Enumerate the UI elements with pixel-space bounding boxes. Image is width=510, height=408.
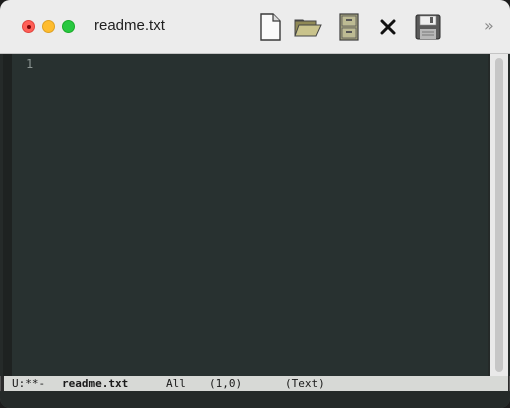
folder-icon <box>294 19 322 37</box>
buffer-status: U:**- <box>12 377 46 390</box>
close-buffer-button[interactable] <box>374 12 402 42</box>
document-icon <box>260 13 281 41</box>
scrollbar-thumb[interactable] <box>495 58 503 372</box>
buffer-position: All <box>166 377 186 390</box>
major-mode[interactable]: (Text) <box>285 376 325 391</box>
close-window-button[interactable] <box>22 20 35 33</box>
zoom-window-button[interactable] <box>62 20 75 33</box>
editor-area: 1 <box>0 54 510 376</box>
text-buffer[interactable] <box>12 54 488 376</box>
toolbar-overflow-button[interactable]: » <box>484 16 494 36</box>
minimize-window-button[interactable] <box>42 20 55 33</box>
window-title: readme.txt <box>94 17 165 34</box>
file-cabinet-button[interactable] <box>335 12 363 42</box>
open-file-button[interactable] <box>294 12 322 42</box>
cabinet-icon <box>339 13 359 41</box>
vertical-scrollbar[interactable] <box>490 54 508 376</box>
minibuffer[interactable] <box>0 391 510 408</box>
editor-window: readme.txt » 1 U:**- readme.txt All (1,0… <box>0 0 510 408</box>
left-fringe <box>3 54 12 376</box>
new-file-button[interactable] <box>256 12 284 42</box>
x-icon <box>380 19 396 35</box>
line-number: 1 <box>26 57 34 71</box>
buffer-name[interactable]: readme.txt <box>62 376 128 391</box>
mode-line: U:**- readme.txt All (1,0) (Text) <box>4 376 508 391</box>
save-button[interactable] <box>414 12 442 42</box>
floppy-icon <box>415 14 441 40</box>
title-bar: readme.txt » <box>0 0 510 54</box>
line-column: (1,0) <box>209 377 243 390</box>
